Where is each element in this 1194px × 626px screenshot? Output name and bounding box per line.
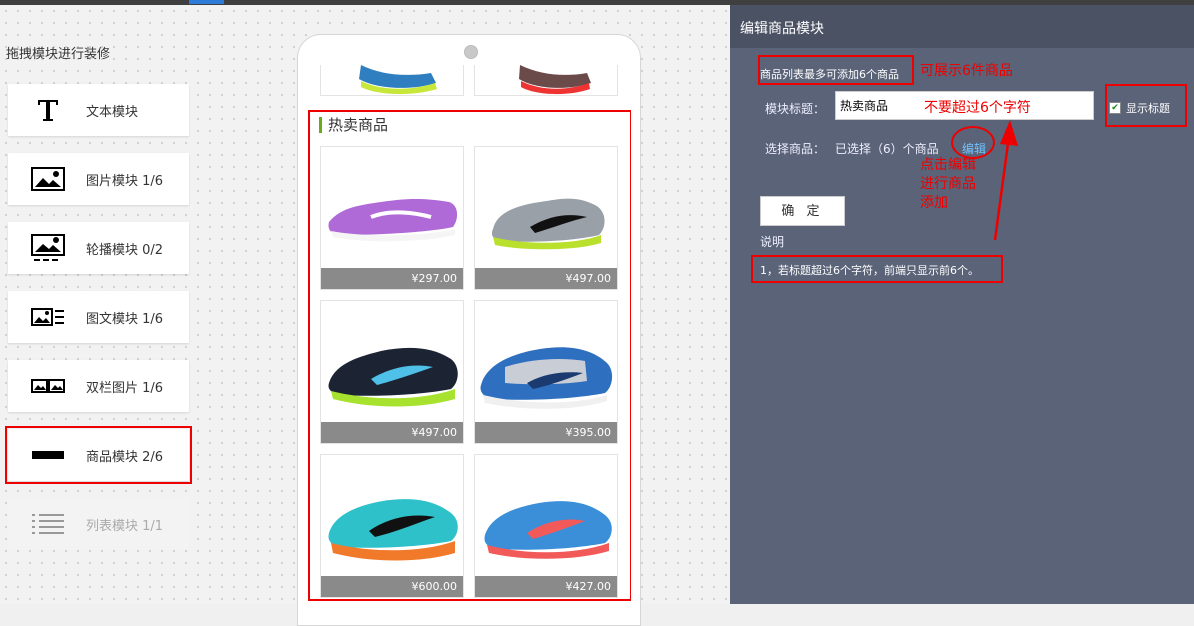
product-card-partial[interactable] xyxy=(474,65,618,96)
phone-preview: 热卖商品 ¥297.00 ¥497.00 ¥497.00 ¥395.00 ¥60… xyxy=(297,34,641,626)
annotation-line: 进行商品 xyxy=(920,176,976,192)
phone-screen: 热卖商品 ¥297.00 ¥497.00 ¥497.00 ¥395.00 ¥60… xyxy=(307,65,631,625)
module-text[interactable]: 文本模块 xyxy=(8,84,189,136)
module-image-text[interactable]: 图文模块 1/6 xyxy=(8,291,189,343)
annotation-click-edit: 点击编辑 进行商品 添加 xyxy=(920,156,976,213)
product-card[interactable]: ¥395.00 xyxy=(474,300,618,444)
module-product[interactable]: 商品模块 2/6 xyxy=(5,426,192,484)
module-label: 图片模块 1/6 xyxy=(86,174,164,189)
module-label: 文本模块 xyxy=(86,105,139,120)
annotation-line: 添加 xyxy=(920,195,948,211)
product-price: ¥600.00 xyxy=(321,576,463,597)
annotation-arrow xyxy=(993,120,1018,241)
module-label: 商品模块 2/6 xyxy=(86,450,164,465)
image-text-icon xyxy=(30,303,66,331)
product-price: ¥497.00 xyxy=(321,422,463,443)
annotation-show-six: 可展示6件商品 xyxy=(920,63,1013,79)
product-price: ¥497.00 xyxy=(475,268,617,289)
panel-header: 编辑商品模块 xyxy=(730,5,1194,48)
product-icon xyxy=(30,441,66,469)
image-icon xyxy=(30,165,66,193)
module-label: 双栏图片 1/6 xyxy=(86,381,164,396)
edit-products-link[interactable]: 编辑 xyxy=(962,140,986,157)
module-label: 列表模块 1/1 xyxy=(86,519,164,534)
list-icon xyxy=(30,510,66,538)
selected-count: 已选择（6）个商品 xyxy=(835,142,939,156)
show-title-checkbox[interactable]: ✔ xyxy=(1109,102,1121,114)
product-price: ¥427.00 xyxy=(475,576,617,597)
previous-module-row xyxy=(320,65,620,96)
active-tab-indicator xyxy=(189,0,224,4)
module-carousel[interactable]: 轮播模块 0/2 xyxy=(8,222,189,274)
two-column-image-icon xyxy=(30,372,66,400)
product-card[interactable]: ¥497.00 xyxy=(474,146,618,290)
module-image[interactable]: 图片模块 1/6 xyxy=(8,153,189,205)
carousel-icon xyxy=(30,234,66,262)
show-title-label: 显示标题 xyxy=(1126,102,1170,115)
product-card-partial[interactable] xyxy=(320,65,464,96)
module-title-label: 模块标题： xyxy=(765,102,826,116)
module-two-column-image[interactable]: 双栏图片 1/6 xyxy=(8,360,189,412)
module-list[interactable]: 列表模块 1/1 xyxy=(8,498,189,550)
explain-label: 说明 xyxy=(760,235,785,249)
product-card[interactable]: ¥497.00 xyxy=(320,300,464,444)
product-card[interactable]: ¥427.00 xyxy=(474,454,618,598)
confirm-button[interactable]: 确 定 xyxy=(760,196,845,226)
phone-camera xyxy=(464,45,478,59)
annotation-max-chars: 不要超过6个字符 xyxy=(924,100,1031,116)
product-card[interactable]: ¥600.00 xyxy=(320,454,464,598)
select-products-label: 选择商品： xyxy=(765,142,826,156)
panel-title: 编辑商品模块 xyxy=(740,21,824,37)
limit-note: 商品列表最多可添加6个商品 xyxy=(760,68,899,81)
text-icon xyxy=(30,96,66,124)
product-price: ¥395.00 xyxy=(475,422,617,443)
annotation-line: 点击编辑 xyxy=(920,157,976,173)
module-label: 图文模块 1/6 xyxy=(86,312,164,327)
product-price: ¥297.00 xyxy=(321,268,463,289)
rule-text: 1，若标题超过6个字符，前端只显示前6个。 xyxy=(760,264,979,277)
module-label: 轮播模块 0/2 xyxy=(86,243,164,258)
sidebar-title: 拖拽模块进行装修 xyxy=(6,47,111,62)
product-card[interactable]: ¥297.00 xyxy=(320,146,464,290)
section-title: 热卖商品 xyxy=(319,117,388,133)
